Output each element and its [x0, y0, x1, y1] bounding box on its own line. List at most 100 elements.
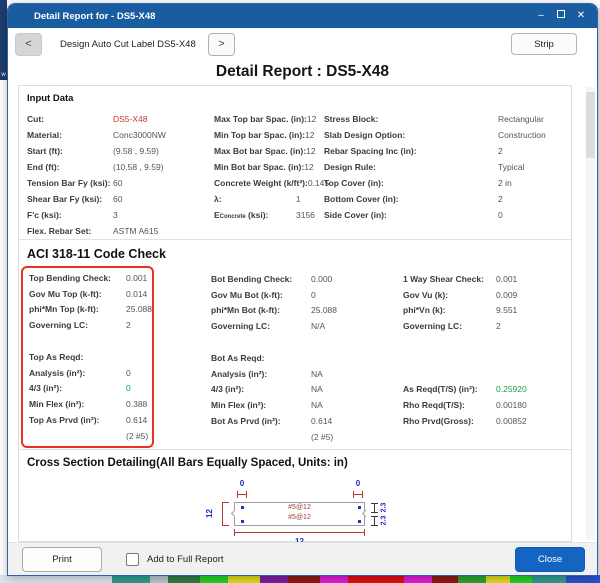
- input-data-section: Input Data Cut: DS5-X48 Mate: [19, 86, 571, 239]
- data-row: Flex. Rebar Set: ASTM A615: [27, 223, 166, 239]
- row-value: N/A: [311, 321, 325, 331]
- report-area: Detail Report : DS5-X48 Input Data Cut: …: [8, 60, 597, 544]
- add-to-full-report-checkbox[interactable]: [126, 553, 139, 566]
- row-label: λ:: [214, 194, 296, 204]
- maximize-icon[interactable]: [555, 10, 567, 22]
- next-cut-button[interactable]: >: [208, 33, 235, 56]
- color-strip-segment: [260, 575, 288, 583]
- data-row: Top As Prvd (in²): 0.614: [29, 412, 152, 428]
- row-value: 0.009: [496, 290, 517, 300]
- data-row: Rebar Spacing Inc (in): 2: [324, 143, 546, 159]
- color-strip-segment: [486, 575, 510, 583]
- close-button[interactable]: Close: [515, 547, 585, 572]
- scrollbar-thumb[interactable]: [586, 92, 595, 158]
- report-title: Detail Report : DS5-X48: [8, 60, 597, 85]
- input-data-column-2: Max Top bar Spac. (in): 12 Min Top bar S…: [214, 111, 329, 223]
- data-row: Bot As Prvd (in²): 0.614: [211, 413, 337, 429]
- row-value: NA: [311, 369, 323, 379]
- row-label: Stress Block:: [324, 114, 498, 124]
- top-bar-callout: #5@12: [234, 504, 365, 511]
- data-row: phi*Vn (k): 9.551: [403, 303, 527, 319]
- row-value: Typical: [498, 162, 524, 172]
- report-scrollbar[interactable]: [586, 87, 595, 540]
- row-value: (2 #5): [126, 431, 148, 441]
- row-label: Analysis (in²):: [29, 368, 126, 378]
- edge-dim-label-left: 0: [235, 479, 249, 488]
- row-label: End (ft):: [27, 162, 113, 172]
- strip-button[interactable]: Strip: [511, 33, 577, 55]
- row-value: 12: [306, 146, 315, 156]
- bottom-bar-callout: #5@12: [234, 514, 365, 521]
- row-value: 0.014: [126, 289, 147, 299]
- row-label: Rho Reqd(T/S):: [403, 400, 496, 410]
- row-label: Analysis (in²):: [211, 369, 311, 379]
- minimize-icon[interactable]: –: [535, 10, 547, 22]
- row-value: 1: [296, 194, 301, 204]
- row-label: Bot Bending Check:: [211, 274, 311, 284]
- row-label: Tension Bar Fy (ksi):: [27, 178, 113, 188]
- row-value: Construction: [498, 130, 546, 140]
- data-row: Slab Design Option: Construction: [324, 127, 546, 143]
- row-label: F'c (ksi):: [27, 210, 113, 220]
- row-value: 25.088: [311, 305, 337, 315]
- cover-dim-label-bottom: 2.3: [380, 516, 387, 526]
- data-row: Tension Bar Fy (ksi): 60: [27, 175, 166, 191]
- row-label: Side Cover (in):: [324, 210, 498, 220]
- dialog-titlebar[interactable]: Detail Report for - DS5-X48 – ✕: [8, 4, 597, 28]
- row-value: 12: [305, 130, 314, 140]
- row-label: Slab Design Option:: [324, 130, 498, 140]
- row-label: 1 Way Shear Check:: [403, 274, 496, 284]
- cover-dim-tick-icon: [371, 503, 378, 513]
- color-strip-segment: [510, 575, 532, 583]
- data-row: Design Rule: Typical: [324, 159, 546, 175]
- row-value: 2: [496, 321, 501, 331]
- data-row: phi*Mn Bot (k-ft): 25.088: [211, 303, 337, 319]
- data-row: EConcrete (ksi): 3156: [214, 207, 329, 223]
- row-label: Start (ft):: [27, 146, 113, 156]
- row-value: 9.551: [496, 305, 517, 315]
- row-label: As Reqd(T/S) (in²):: [403, 384, 496, 394]
- aci-column-2: Bot Bending Check: 0.000 Gov Mu Bot (k-f…: [211, 271, 337, 445]
- row-label: Bottom Cover (in):: [324, 194, 498, 204]
- row-label: Min Flex (in²):: [211, 400, 311, 410]
- data-row: Gov Mu Bot (k-ft): 0: [211, 287, 337, 303]
- row-label: Top As Reqd:: [29, 352, 126, 362]
- row-value: 3156: [296, 210, 315, 220]
- row-value: DS5-X48: [113, 114, 148, 124]
- width-dim-line: [234, 529, 365, 536]
- color-strip-segment: [404, 575, 432, 583]
- data-row: Start (ft): (9.58 , 9.59): [27, 143, 166, 159]
- row-value: 12: [307, 114, 316, 124]
- row-value: (9.58 , 9.59): [113, 146, 159, 156]
- row-value: 0.001: [126, 273, 147, 283]
- row-label: Rebar Spacing Inc (in):: [324, 146, 498, 156]
- color-strip-segment: [320, 575, 348, 583]
- dialog-title: Detail Report for - DS5-X48: [8, 11, 155, 22]
- data-row: Gov Vu (k): 0.009: [403, 287, 527, 303]
- add-to-full-report-label: Add to Full Report: [147, 554, 224, 565]
- close-icon[interactable]: ✕: [575, 10, 587, 22]
- row-value: 0.388: [126, 399, 147, 409]
- data-row: Cut: DS5-X48: [27, 111, 166, 127]
- data-row: [403, 366, 527, 382]
- data-row: Top Cover (in): 2 in: [324, 175, 546, 191]
- row-value: (10.58 , 9.59): [113, 162, 164, 172]
- row-value: 2: [126, 320, 131, 330]
- row-label: phi*Mn Bot (k-ft):: [211, 305, 311, 315]
- row-value: 60: [113, 194, 122, 204]
- data-row: λ: 1: [214, 191, 329, 207]
- data-row: Min Flex (in²): NA: [211, 397, 337, 413]
- background-app-edge: w: [0, 0, 7, 80]
- row-value: 2: [498, 194, 503, 204]
- prev-cut-button[interactable]: <: [15, 33, 42, 56]
- row-value: 0.00852: [496, 416, 527, 426]
- edge-dim-label-right: 0: [351, 479, 365, 488]
- background-model-color-strip: [0, 575, 600, 583]
- aci-column-3: 1 Way Shear Check: 0.001 Gov Vu (k): 0.0…: [403, 271, 527, 445]
- row-label: Gov Vu (k):: [403, 290, 496, 300]
- row-value: 0: [498, 210, 503, 220]
- row-value: ASTM A615: [113, 226, 158, 236]
- data-row: Governing LC: 2: [29, 317, 152, 333]
- data-row: Material: Conc3000NW: [27, 127, 166, 143]
- print-button[interactable]: Print: [22, 547, 102, 572]
